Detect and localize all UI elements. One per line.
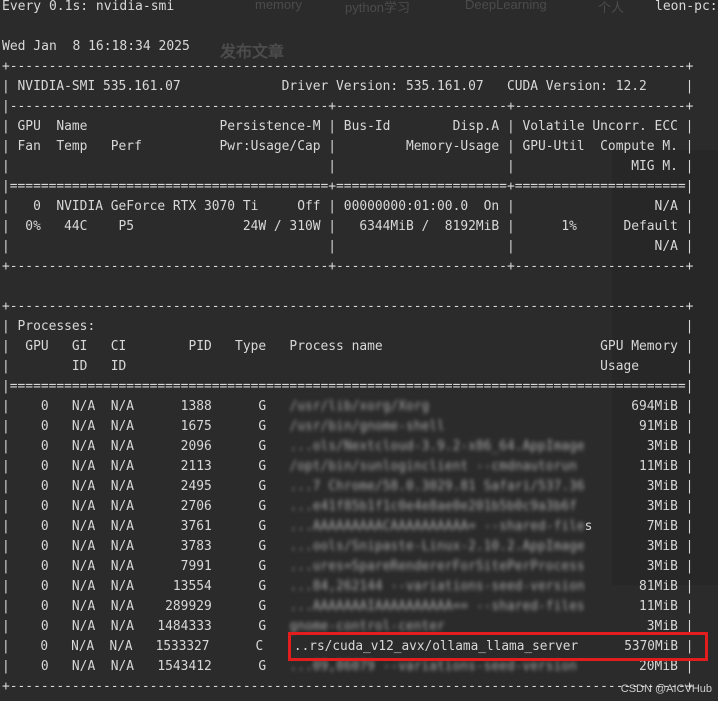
smi-line: | NVIDIA-SMI 535.161.07 Driver Version: … — [2, 79, 694, 94]
smi-line: | | | MIG M. | — [2, 159, 694, 174]
process-row: | 0 N/A N/A 2113 G /opt/bin/sunloginclie… — [2, 459, 694, 474]
process-row: | 0 N/A N/A 3761 G ...AAAAAAAAACAAAAAAAA… — [2, 519, 694, 534]
process-row: | 0 N/A N/A 1543412 G ...09,86079 --vari… — [2, 659, 694, 674]
terminal-output: Every 0.1s: nvidia-smi leon-pc: Wed Jan … — [0, 0, 718, 701]
smi-line: | Fan Temp Perf Pwr:Usage/Cap | Memory-U… — [2, 139, 694, 154]
smi-line: | GPU Name Persistence-M | Bus-Id Disp.A… — [2, 119, 694, 134]
process-row: | 0 N/A N/A 289929 G ...AAAAAAAIAAAAAAAA… — [2, 599, 694, 614]
watch-command: Every 0.1s: nvidia-smi — [2, 0, 175, 14]
process-row: | 0 N/A N/A 1484333 G gnome-control-cent… — [2, 619, 694, 634]
process-row: | 0 N/A N/A 1675 G /usr/bin/gnome-shell … — [2, 419, 694, 434]
smi-line: | Processes: | — [2, 319, 694, 334]
process-row: | 0 N/A N/A 7991 G ...ures=SpareRenderer… — [2, 559, 694, 574]
process-row: | 0 N/A N/A 13554 G ...84,262144 --varia… — [2, 579, 694, 594]
host-name: leon-pc: — [655, 0, 718, 14]
terminal-window: { "header": { "command": "Every 0.1s: nv… — [0, 0, 718, 701]
smi-line: +---------------------------------------… — [2, 299, 694, 314]
smi-line: | GPU GI CI PID Type Process name GPU Me… — [2, 339, 694, 354]
watermark: CSDN @AICVHub — [620, 683, 712, 695]
smi-line: +---------------------------------------… — [2, 59, 694, 74]
smi-line: |=======================================… — [2, 179, 694, 194]
smi-line: +---------------------------------------… — [2, 679, 694, 694]
smi-line: +---------------------------------------… — [2, 259, 694, 274]
process-row: | 0 N/A N/A 1388 G /usr/lib/xorg/Xorg 69… — [2, 399, 694, 414]
timestamp: Wed Jan 8 16:18:34 2025 — [2, 39, 190, 54]
smi-line: | | | N/A | — [2, 239, 694, 254]
process-row: | 0 N/A N/A 1533327 C ...rs/cuda_v12_avx… — [2, 639, 694, 654]
process-row: | 0 N/A N/A 3783 G ...ools/Snipaste-Linu… — [2, 539, 694, 554]
smi-line: |---------------------------------------… — [2, 99, 694, 114]
process-row: | 0 N/A N/A 2706 G ...e41f85b1f1c0e4e8ae… — [2, 499, 694, 514]
process-row: | 0 N/A N/A 2096 G ...ols/Nextcloud-3.9.… — [2, 439, 694, 454]
smi-line: | 0 NVIDIA GeForce RTX 3070 Ti Off | 000… — [2, 199, 694, 214]
smi-line: |=======================================… — [2, 379, 694, 394]
smi-line: | ID ID Usage | — [2, 359, 694, 374]
process-row: | 0 N/A N/A 2495 G ...7 Chrome/58.0.3029… — [2, 479, 694, 494]
smi-line: | 0% 44C P5 24W / 310W | 6344MiB / 8192M… — [2, 219, 694, 234]
